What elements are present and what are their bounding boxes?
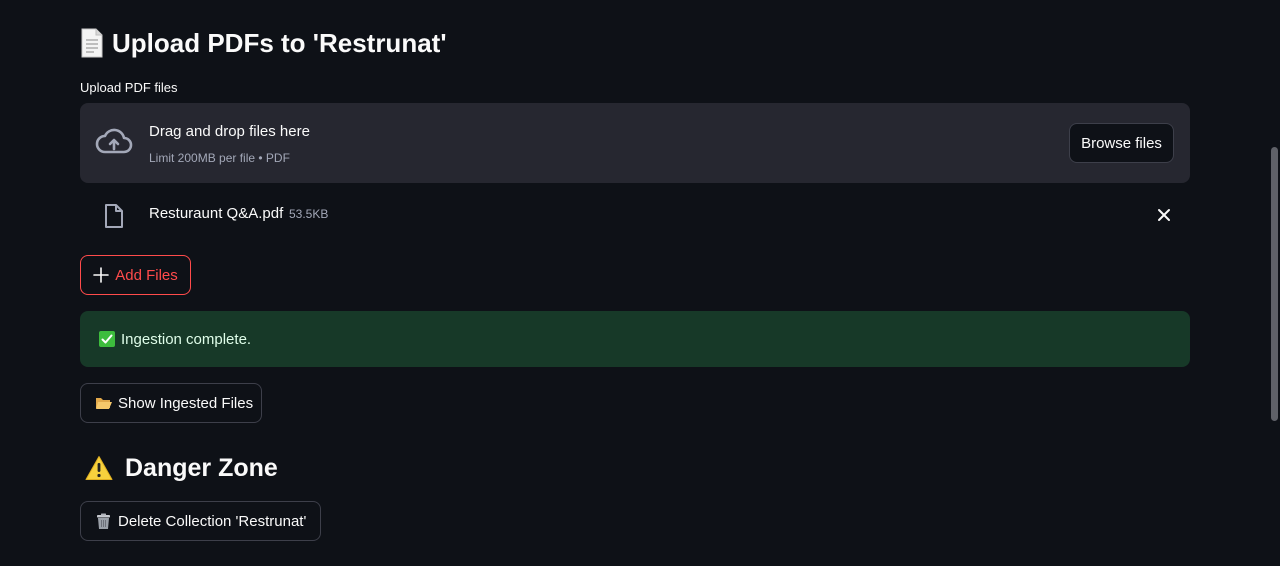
file-dropzone[interactable]: Drag and drop files here Limit 200MB per… bbox=[80, 103, 1190, 183]
open-folder-icon bbox=[95, 396, 112, 410]
show-ingested-files-label: Show Ingested Files bbox=[118, 394, 254, 412]
dropzone-title: Drag and drop files here bbox=[149, 123, 310, 140]
file-name: Resturaunt Q&A.pdf bbox=[149, 205, 284, 222]
page-title: Upload PDFs to 'Restrunat' bbox=[80, 24, 447, 62]
scrollbar-thumb[interactable] bbox=[1271, 147, 1278, 421]
page-title-text: Upload PDFs to 'Restrunat' bbox=[112, 27, 447, 58]
add-files-label: Add Files bbox=[115, 266, 178, 284]
check-mark-icon bbox=[99, 331, 115, 347]
warning-icon bbox=[85, 455, 113, 481]
upload-label: Upload PDF files bbox=[80, 80, 178, 95]
document-icon bbox=[80, 28, 104, 58]
uploaded-file-item: Resturaunt Q&A.pdf 53.5KB bbox=[80, 196, 1190, 236]
success-alert: Ingestion complete. bbox=[80, 311, 1190, 367]
file-size: 53.5KB bbox=[289, 207, 329, 221]
danger-zone-heading: Danger Zone bbox=[80, 450, 278, 486]
success-message: Ingestion complete. bbox=[121, 330, 252, 348]
show-ingested-files-button[interactable]: Show Ingested Files bbox=[80, 383, 262, 423]
dropzone-subtitle: Limit 200MB per file • PDF bbox=[149, 151, 290, 165]
page: Upload PDFs to 'Restrunat' Upload PDF fi… bbox=[0, 0, 1280, 566]
trash-icon bbox=[95, 513, 112, 530]
remove-file-close-icon[interactable] bbox=[1155, 206, 1173, 224]
cloud-upload-icon bbox=[95, 127, 133, 157]
browse-files-button[interactable]: Browse files bbox=[1069, 123, 1174, 163]
delete-collection-button[interactable]: Delete Collection 'Restrunat' bbox=[80, 501, 321, 541]
add-files-button[interactable]: Add Files bbox=[80, 255, 191, 295]
plus-icon bbox=[93, 267, 110, 283]
file-icon bbox=[104, 203, 124, 229]
danger-zone-title: Danger Zone bbox=[125, 453, 278, 482]
delete-collection-label: Delete Collection 'Restrunat' bbox=[118, 512, 307, 530]
